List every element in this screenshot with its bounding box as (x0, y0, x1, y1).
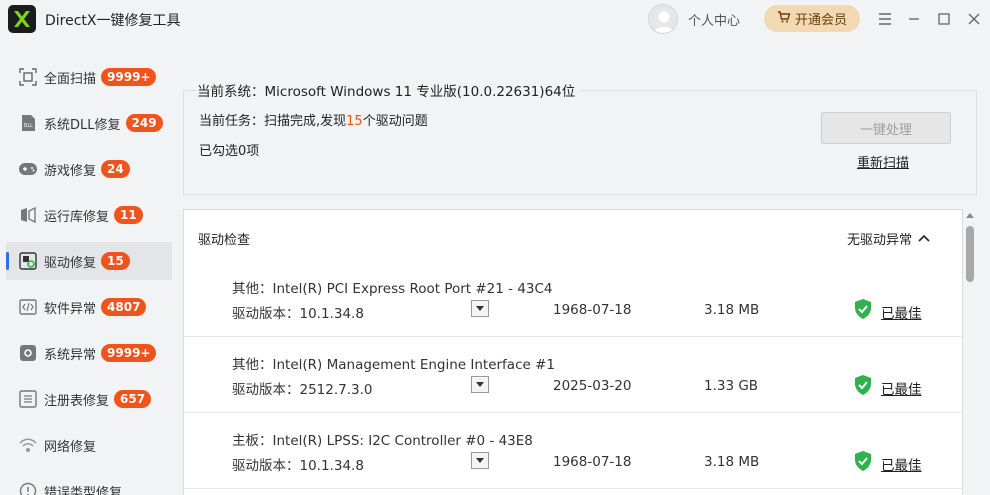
driver-state-link[interactable]: 已最佳 (881, 454, 922, 474)
driver-name: 其他：Intel(R) PCI Express Root Port #21 - … (232, 281, 553, 297)
version-dropdown[interactable] (471, 452, 489, 469)
driver-name: 其他：Intel(R) Management Engine Interface … (232, 357, 556, 373)
sidebar-item-label: 运行库修复 (44, 209, 110, 225)
system-value: Microsoft Windows 11 专业版(10.0.22631)64位 (264, 84, 576, 100)
one-click-process-button[interactable]: 一键处理 (821, 112, 951, 144)
driver-date: 1968-07-18 (553, 302, 632, 318)
sidebar-item-error-type-repair[interactable]: 错误类型修复 (6, 472, 172, 495)
list-icon (18, 389, 38, 409)
sidebar-item-label: 全面扫描 (44, 71, 97, 87)
driver-size: 1.33 GB (704, 378, 759, 394)
scroll-up-arrow-icon[interactable] (966, 213, 974, 218)
count-badge: 15 (101, 252, 130, 270)
sidebar-item-system-error[interactable]: 系统异常 9999+ (6, 334, 172, 372)
sidebar-item-label: 驱动修复 (44, 255, 97, 271)
svg-text:DLL: DLL (24, 123, 34, 129)
caret-down-icon (476, 458, 484, 463)
driver-check-list: 驱动检查 无驱动异常 其他：Intel(R) PCI Express Root … (183, 209, 963, 495)
system-label: 当前系统： (197, 84, 265, 100)
maximize-icon[interactable] (933, 8, 955, 30)
sidebar-item-full-scan[interactable]: 全面扫描 9999+ (6, 58, 172, 96)
chevron-up-icon (918, 231, 930, 246)
task-label: 当前任务： (199, 114, 265, 129)
user-center-link[interactable]: 个人中心 (688, 10, 740, 29)
gear-icon (18, 343, 38, 363)
selected-count: 已勾选0项 (199, 144, 260, 159)
task-suffix: 个驱动问题 (362, 114, 428, 129)
sidebar-item-dll-repair[interactable]: DLL 系统DLL修复 249 (6, 104, 172, 142)
close-icon[interactable] (963, 8, 985, 30)
scan-info-panel: 当前任务：扫描完成,发现15个驱动问题 已勾选0项 一键处理 重新扫描 (183, 90, 977, 195)
count-badge: 24 (101, 160, 130, 178)
sidebar-item-label: 网络修复 (44, 439, 97, 455)
caret-down-icon (476, 306, 484, 311)
caret-down-icon (476, 382, 484, 387)
task-prefix: 扫描完成,发现 (264, 114, 347, 129)
title-bar: DirectX一键修复工具 个人中心 开通会员 (0, 0, 990, 38)
driver-version: 驱动版本：2512.7.3.0 (232, 382, 373, 398)
table-row: 主板：Intel(R) LPSS: I2C Controller #0 - 43… (184, 413, 962, 489)
shield-check-icon (855, 299, 871, 319)
driver-name: 主板：Intel(R) LPSS: I2C Controller #0 - 43… (232, 433, 533, 449)
task-line: 当前任务：扫描完成,发现15个驱动问题 (199, 110, 428, 129)
count-badge: 657 (114, 390, 152, 408)
runtime-icon (18, 205, 38, 225)
scroll-thumb[interactable] (966, 226, 974, 282)
driver-size: 3.18 MB (704, 454, 760, 470)
minimize-icon[interactable] (903, 8, 925, 30)
shield-check-icon (855, 451, 871, 471)
sidebar-item-label: 错误类型修复 (44, 485, 123, 495)
gamepad-icon (18, 159, 38, 179)
wifi-icon (18, 435, 38, 455)
driver-date: 1968-07-18 (553, 454, 632, 470)
app-title: DirectX一键修复工具 (45, 13, 181, 29)
vip-button[interactable]: 开通会员 (764, 5, 860, 32)
sidebar-item-software-error[interactable]: 软件异常 4807 (6, 288, 172, 326)
sidebar-item-runtime-repair[interactable]: 运行库修复 11 (6, 196, 172, 234)
count-badge: 11 (114, 206, 143, 224)
error-icon (18, 481, 38, 495)
avatar[interactable] (648, 4, 678, 34)
list-header-title: 驱动检查 (198, 233, 251, 248)
dll-icon: DLL (18, 113, 38, 133)
sidebar-item-label: 注册表修复 (44, 393, 110, 409)
count-badge: 9999+ (101, 68, 157, 86)
driver-version: 驱动版本：10.1.34.8 (232, 458, 364, 474)
count-badge: 9999+ (101, 344, 157, 362)
vip-label: 开通会员 (794, 13, 847, 28)
count-badge: 249 (125, 114, 163, 132)
cart-icon (777, 10, 791, 28)
driver-state-link[interactable]: 已最佳 (881, 302, 922, 322)
system-line: 当前系统：Microsoft Windows 11 专业版(10.0.22631… (197, 80, 582, 100)
list-scrollbar[interactable] (963, 209, 977, 495)
menu-icon[interactable] (874, 8, 896, 30)
scan-icon (18, 67, 38, 87)
driver-version: 驱动版本：10.1.34.8 (232, 306, 364, 322)
driver-icon (18, 251, 38, 271)
collapse-toggle[interactable]: 无驱动异常 (847, 229, 930, 248)
table-row: 其他：Intel(R) PCI Express Root Port #21 - … (184, 261, 962, 337)
driver-state-link[interactable]: 已最佳 (881, 378, 922, 398)
sidebar-item-label: 游戏修复 (44, 163, 97, 179)
list-status-text: 无驱动异常 (847, 233, 913, 248)
sidebar-item-game-repair[interactable]: 游戏修复 24 (6, 150, 172, 188)
sidebar-item-label: 软件异常 (44, 301, 97, 317)
code-icon (18, 297, 38, 317)
sidebar-item-network-repair[interactable]: 网络修复 (6, 426, 172, 464)
shield-check-icon (855, 375, 871, 395)
driver-size: 3.18 MB (704, 302, 760, 318)
table-row: 其他：Intel(R) Management Engine Interface … (184, 337, 962, 413)
version-dropdown[interactable] (471, 300, 489, 317)
sidebar-item-label: 系统DLL修复 (44, 117, 121, 133)
app-logo-icon (8, 5, 36, 33)
driver-date: 2025-03-20 (553, 378, 632, 394)
sidebar-item-registry-repair[interactable]: 注册表修复 657 (6, 380, 172, 418)
version-dropdown[interactable] (471, 376, 489, 393)
task-count: 15 (346, 114, 363, 129)
count-badge: 4807 (101, 298, 147, 316)
sidebar-item-label: 系统异常 (44, 347, 97, 363)
sidebar-item-driver-repair[interactable]: 驱动修复 15 (6, 242, 172, 280)
rescan-link[interactable]: 重新扫描 (857, 152, 909, 171)
